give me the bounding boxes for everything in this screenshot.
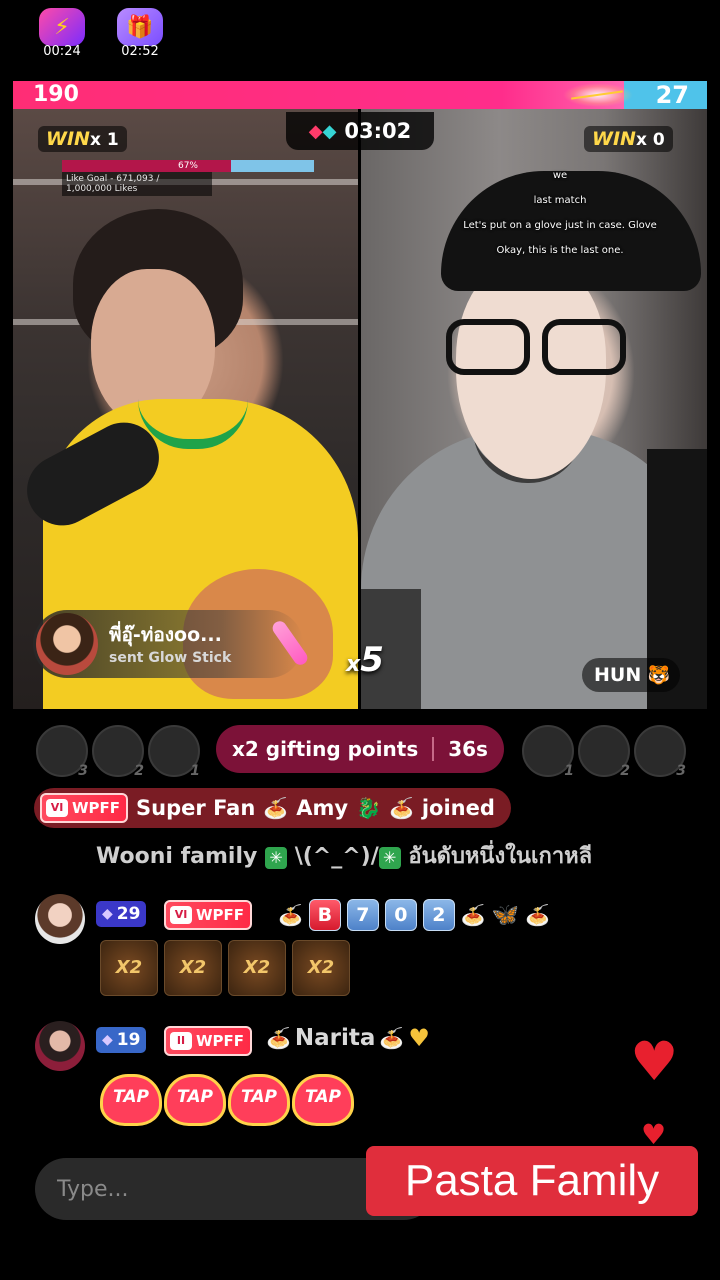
battle-timer: ◆◆ 03:02 [286,112,434,150]
like-goal-caption: Like Goal - 671,093 / 1,000,000 Likes [62,172,212,196]
top-gifter-avatar[interactable]: 3 [634,725,686,779]
glasses-image [446,319,626,375]
user-level-badge: ◆ 19 [96,1027,147,1053]
gifting-points-pill[interactable]: x2 gifting points 36s [216,725,504,773]
win-count-right: WINx 0 [584,126,673,152]
score-bar-left-fill [13,81,624,109]
chat-avatar[interactable] [35,894,85,944]
x2-sticker: X2 [164,940,222,996]
score-right: 27 [655,81,689,109]
pasta-icon: 🍝 [379,1026,405,1050]
like-goal-percent: 67% [177,161,198,171]
fan-club-badge: VI WPFF [164,900,253,930]
x2-sticker: X2 [100,940,158,996]
gift-combo-count: x5 [346,640,384,680]
sparkle-icon: ✳ [265,847,288,869]
user-level-badge: ◆ 29 [96,901,147,927]
badge-timer: 00:24 [43,44,81,59]
yellow-heart-icon: ♥ [408,1024,430,1052]
top-gifter-avatar[interactable]: 2 [92,725,144,779]
pinned-message: Wooni family ✳ \(^_^)/✳ อันดับหนึ่งในเกา… [96,844,593,869]
diamond-icon: ◆ [102,1032,113,1048]
sparkle-icon: ✳ [378,847,401,869]
tiger-icon: 🐯 [647,665,671,686]
gifting-label: x2 gifting points [232,737,419,761]
timer-value: 03:02 [344,119,412,143]
gift-notice[interactable]: พี่อุ๊-ท่องoo... sent Glow Stick [33,610,311,678]
lightning-icon: ⚡ [39,8,85,46]
gift-action: sent Glow Stick [109,650,232,666]
tap-sticker: TAP [164,1074,226,1126]
x2-sticker: X2 [228,940,286,996]
pasta-icon: 🍝 [388,796,414,820]
win-count-left: WINx 1 [38,126,127,152]
right-host-name-tag[interactable]: HUN 🐯 [582,658,681,692]
like-goal[interactable]: 67% Like Goal - 671,093 / 1,000,000 Like… [62,160,314,196]
tap-sticker: TAP [100,1074,162,1126]
top-gifter-avatar[interactable]: 2 [578,725,630,779]
overlay-caption: Pasta Family [366,1146,698,1216]
pasta-icon: 🍝 [525,903,551,927]
butterfly-icon: 🦋 [491,902,520,928]
top-gifter-avatar[interactable]: 1 [522,725,574,779]
live-captions: we last match Let's put on a glove just … [440,170,680,270]
gift-box-icon: 🎁 [117,8,163,46]
gifting-time: 36s [448,737,488,761]
tap-sticker: TAP [292,1074,354,1126]
battle-score-bar: 190 27 [13,81,707,109]
joined-banner: VI WPFF Super Fan 🍝 Amy 🐉 🍝 joined [34,788,511,828]
top-gifter-avatar[interactable]: 1 [148,725,200,779]
treasure-box-badge[interactable]: 🎁 02:52 [108,6,172,64]
pasta-icon: 🍝 [278,903,303,927]
fan-club-badge: II WPFF [164,1026,253,1056]
score-left: 190 [33,82,79,107]
gift-sender-avatar[interactable] [36,613,98,675]
top-gifter-avatar[interactable]: 3 [36,725,88,779]
caption-line: we [552,170,568,181]
gift-sender-name: พี่อุ๊-ท่องoo... [109,624,222,646]
heart-icon: ♥ [630,1030,679,1093]
fan-club-badge: VI WPFF [40,793,129,823]
dragon-icon: 🐉 [356,796,381,820]
chat-username[interactable]: 🍝 Narita 🍝 ♥ [266,1024,430,1052]
lightning-boost-badge[interactable]: ⚡ 00:24 [30,6,94,64]
caption-line: Okay, this is the last one. [496,245,624,256]
diamond-icon: ◆ [102,906,113,922]
pasta-icon: 🍝 [266,1026,291,1050]
boxing-gloves-icon: ◆◆ [308,120,337,142]
caption-line: last match [533,195,587,206]
badge-timer: 02:52 [121,44,159,59]
tap-sticker: TAP [228,1074,290,1126]
x2-sticker: X2 [292,940,350,996]
spark-icon [563,83,633,107]
chat-avatar[interactable] [35,1021,85,1071]
pasta-icon: 🍝 [263,796,289,820]
pasta-icon: 🍝 [460,903,486,927]
chat-username[interactable]: 🍝 B 7 0 2 🍝 🦋 🍝 [278,899,550,931]
caption-line: Let's put on a glove just in case. Glove [463,220,657,231]
